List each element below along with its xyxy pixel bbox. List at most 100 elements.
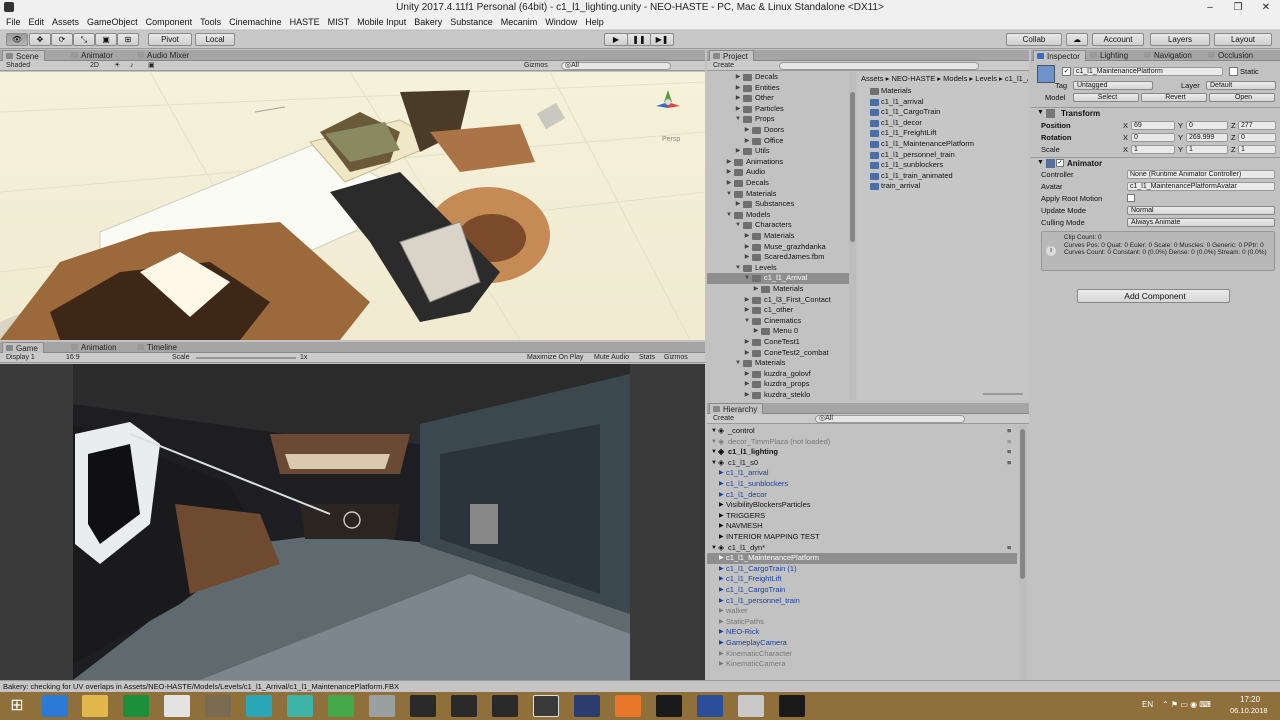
mute-audio-toggle[interactable]: Mute Audio — [594, 353, 629, 363]
hierarchy-search-input[interactable]: ◎All — [815, 415, 965, 423]
tab-game[interactable]: Game — [2, 342, 44, 353]
culling-mode-dropdown[interactable]: Always Animate — [1127, 218, 1275, 227]
expand-arrow-icon[interactable]: ▼ — [711, 426, 717, 437]
step-button-icon[interactable]: ▶❚ — [650, 33, 674, 46]
project-folder[interactable]: ▶ Doors — [707, 125, 852, 136]
crumb-levels[interactable]: Levels — [975, 74, 997, 83]
avatar-field[interactable]: c1_l1_MaintenancePlatformAvatar — [1127, 182, 1275, 191]
expanded-arrow-icon[interactable]: ▼ — [726, 189, 732, 197]
scale-y-field[interactable]: 1 — [1186, 145, 1228, 154]
chrome-icon[interactable] — [164, 695, 190, 717]
rotate-tool-icon[interactable]: ⟳ — [51, 33, 73, 46]
project-folder[interactable]: ▶ ConeTest1 — [707, 337, 852, 348]
project-folder[interactable]: ▼ Materials — [707, 358, 852, 369]
hierarchy-item[interactable]: ▶ c1_l1_personnel_train — [707, 596, 1017, 607]
expanded-arrow-icon[interactable]: ▼ — [735, 114, 741, 122]
project-folder[interactable]: ▶ Particles — [707, 104, 852, 115]
menu-substance[interactable]: Substance — [446, 17, 497, 27]
hierarchy-item[interactable]: ▶ c1_l1_decor — [707, 490, 1017, 501]
expand-arrow-icon[interactable]: ▼ — [711, 543, 717, 554]
collapsed-arrow-icon[interactable]: ▶ — [735, 199, 741, 207]
expand-arrow-icon[interactable]: ▶ — [719, 500, 724, 511]
project-folder[interactable]: ▶ ScaredJames.fbm — [707, 252, 852, 263]
effects-toggle-icon[interactable]: ▣ — [148, 61, 155, 71]
app-icon-7[interactable] — [287, 695, 313, 717]
animator-enabled-checkbox[interactable]: ✓ — [1056, 159, 1064, 167]
collapsed-arrow-icon[interactable]: ▶ — [735, 83, 741, 91]
hierarchy-item[interactable]: ▶ VisibilityBlockersParticles — [707, 500, 1017, 511]
project-folder[interactable]: ▼ c1_l1_Arrival — [707, 273, 852, 284]
menu-help[interactable]: Help — [581, 17, 608, 27]
hierarchy-item[interactable]: ▶ INTERIOR MAPPING TEST — [707, 532, 1017, 543]
game-viewport[interactable] — [0, 364, 705, 680]
expand-arrow-icon[interactable]: ▶ — [719, 553, 724, 564]
project-folder[interactable]: ▶ ConeTest2_combat — [707, 348, 852, 359]
scene-viewport[interactable]: Persp — [0, 72, 705, 340]
hierarchy-item[interactable]: ▶ c1_l1_CargoTrain — [707, 585, 1017, 596]
collapsed-arrow-icon[interactable]: ▶ — [744, 242, 750, 250]
menu-assets[interactable]: Assets — [48, 17, 83, 27]
project-folder[interactable]: ▶ Substances — [707, 199, 852, 210]
transform-tool-icon[interactable]: ⊞ — [117, 33, 139, 46]
scene-menu-icon[interactable]: ≡ — [1007, 458, 1011, 469]
expand-arrow-icon[interactable]: ▶ — [719, 627, 724, 638]
menu-window[interactable]: Window — [541, 17, 581, 27]
minimize-icon[interactable]: – — [1196, 0, 1224, 15]
collapsed-arrow-icon[interactable]: ▶ — [753, 326, 759, 334]
expanded-arrow-icon[interactable]: ▼ — [735, 358, 741, 366]
collapsed-arrow-icon[interactable]: ▶ — [744, 231, 750, 239]
animator-header[interactable]: ▼ ✓ Animator — [1031, 157, 1280, 169]
scene-menu-icon[interactable]: ≡ — [1007, 543, 1011, 554]
menu-bakery[interactable]: Bakery — [410, 17, 446, 27]
position-y-field[interactable]: 0 — [1186, 121, 1228, 130]
hierarchy-item[interactable]: ▶ c1_l1_MaintenancePlatform — [707, 553, 1017, 564]
model-revert-button[interactable]: Revert — [1141, 93, 1207, 102]
app-icon-17[interactable] — [697, 695, 723, 717]
scene-menu-icon[interactable]: ≡ — [1007, 437, 1011, 448]
project-folder[interactable]: ▼ Models — [707, 210, 852, 221]
project-folder[interactable]: ▶ c1_l3_First_Contact — [707, 295, 852, 306]
rect-tool-icon[interactable]: ▣ — [95, 33, 117, 46]
scene-gizmos-dropdown[interactable]: Gizmos — [524, 61, 548, 71]
scene-menu-icon[interactable]: ≡ — [1007, 447, 1011, 458]
stats-toggle[interactable]: Stats — [639, 353, 655, 363]
transform-header[interactable]: ▼ Transform — [1031, 107, 1280, 119]
2d-toggle[interactable]: 2D — [90, 61, 99, 71]
collapsed-arrow-icon[interactable]: ▶ — [735, 72, 741, 80]
collapsed-arrow-icon[interactable]: ▶ — [744, 125, 750, 133]
project-folder[interactable]: ▶ Other — [707, 93, 852, 104]
expand-arrow-icon[interactable]: ▼ — [711, 447, 717, 458]
collapsed-arrow-icon[interactable]: ▶ — [726, 178, 732, 186]
clock-date[interactable]: 06.10.2018 — [1230, 706, 1268, 715]
play-button-icon[interactable]: ▶ — [604, 33, 628, 46]
position-z-field[interactable]: 277 — [1238, 121, 1276, 130]
account-dropdown[interactable]: Account — [1092, 33, 1144, 46]
root-motion-checkbox[interactable] — [1127, 194, 1135, 202]
hierarchy-item[interactable]: ▶ NEO-Rick — [707, 627, 1017, 638]
expand-arrow-icon[interactable]: ▶ — [719, 617, 724, 628]
crumb-c1-l1-arrival[interactable]: c1_l1_Arrival — [1005, 74, 1028, 83]
expand-arrow-icon[interactable]: ▶ — [719, 606, 724, 617]
project-folder[interactable]: ▶ Animations — [707, 157, 852, 168]
menu-mecanim[interactable]: Mecanim — [497, 17, 542, 27]
expanded-arrow-icon[interactable]: ▼ — [735, 220, 741, 228]
hierarchy-item[interactable]: ▶ GameplayCamera — [707, 638, 1017, 649]
rotation-x-field[interactable]: 0 — [1131, 133, 1175, 142]
project-search-input[interactable] — [779, 62, 979, 70]
expand-arrow-icon[interactable]: ▼ — [711, 437, 717, 448]
collapsed-arrow-icon[interactable]: ▶ — [744, 390, 750, 398]
collapsed-arrow-icon[interactable]: ▶ — [753, 284, 759, 292]
expand-arrow-icon[interactable]: ▶ — [719, 659, 724, 670]
expand-arrow-icon[interactable]: ▶ — [719, 585, 724, 596]
app-icon-6[interactable] — [246, 695, 272, 717]
collapsed-arrow-icon[interactable]: ▶ — [744, 136, 750, 144]
icon-size-slider[interactable] — [983, 393, 1023, 395]
project-folder[interactable]: ▶ Audio — [707, 167, 852, 178]
expanded-arrow-icon[interactable]: ▼ — [744, 273, 750, 281]
tab-audio-mixer[interactable]: Audio Mixer — [134, 50, 194, 61]
tab-navigation[interactable]: Navigation — [1141, 50, 1197, 61]
layer-dropdown[interactable]: Default — [1206, 81, 1276, 90]
menu-component[interactable]: Component — [142, 17, 197, 27]
menu-edit[interactable]: Edit — [25, 17, 49, 27]
scale-tool-icon[interactable]: ⤡ — [73, 33, 95, 46]
